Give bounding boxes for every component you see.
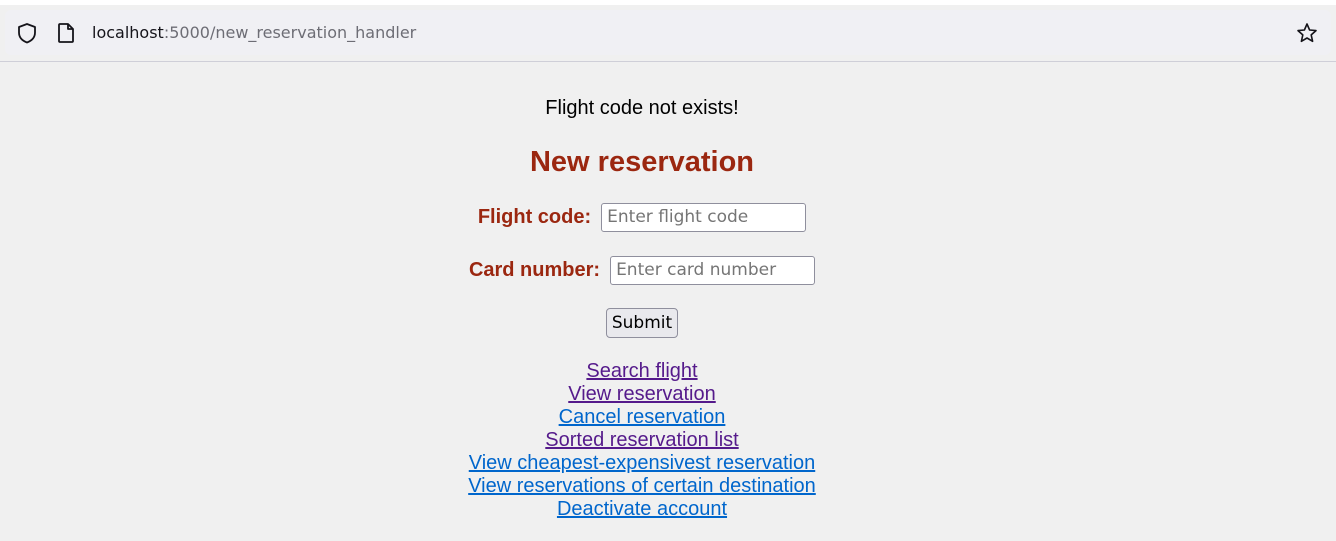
cancel-reservation-link[interactable]: Cancel reservation <box>0 406 1284 429</box>
page-icon[interactable] <box>56 22 76 44</box>
search-flight-link[interactable]: Search flight <box>0 360 1284 383</box>
link-label: Search flight <box>586 360 698 382</box>
link-label: Cancel reservation <box>558 406 726 428</box>
link-label: Deactivate account <box>556 498 728 520</box>
link-label: View reservation <box>568 383 716 405</box>
view-reservation-link[interactable]: View reservation <box>0 383 1284 406</box>
url-path: :5000/new_reservation_handler <box>163 23 417 42</box>
flight-code-input[interactable] <box>601 202 807 232</box>
view-cheapest-expensivest-link[interactable]: View cheapest-expensivest reservation <box>0 452 1284 475</box>
view-reservations-destination-link[interactable]: View reservations of certain destination <box>0 475 1284 498</box>
sorted-reservation-list-link[interactable]: Sorted reservation list <box>0 429 1284 452</box>
url-host: localhost <box>92 23 164 42</box>
submit-button[interactable]: Submit <box>606 308 678 338</box>
link-label: View cheapest-expensivest reservation <box>468 452 816 474</box>
shield-icon[interactable] <box>16 22 38 44</box>
nav-links: Search flight View reservation Cancel re… <box>0 360 1284 521</box>
url-text[interactable]: localhost:5000/new_reservation_handler <box>92 23 416 43</box>
flight-code-label: Flight code: <box>477 205 592 228</box>
card-number-label: Card number: <box>468 258 601 281</box>
bookmark-star-icon[interactable] <box>1296 22 1318 44</box>
page-title: New reservation <box>529 146 755 178</box>
flight-code-row: Flight code: <box>0 202 1284 232</box>
error-message: Flight code not exists! <box>545 97 739 119</box>
link-label: View reservations of certain destination <box>468 475 816 497</box>
browser-top-strip <box>0 0 1336 5</box>
link-label: Sorted reservation list <box>545 429 739 451</box>
card-number-input[interactable] <box>610 255 816 285</box>
page-content: Flight code not exists! New reservation … <box>0 62 1336 541</box>
deactivate-account-link[interactable]: Deactivate account <box>0 498 1284 521</box>
card-number-row: Card number: <box>0 255 1284 285</box>
